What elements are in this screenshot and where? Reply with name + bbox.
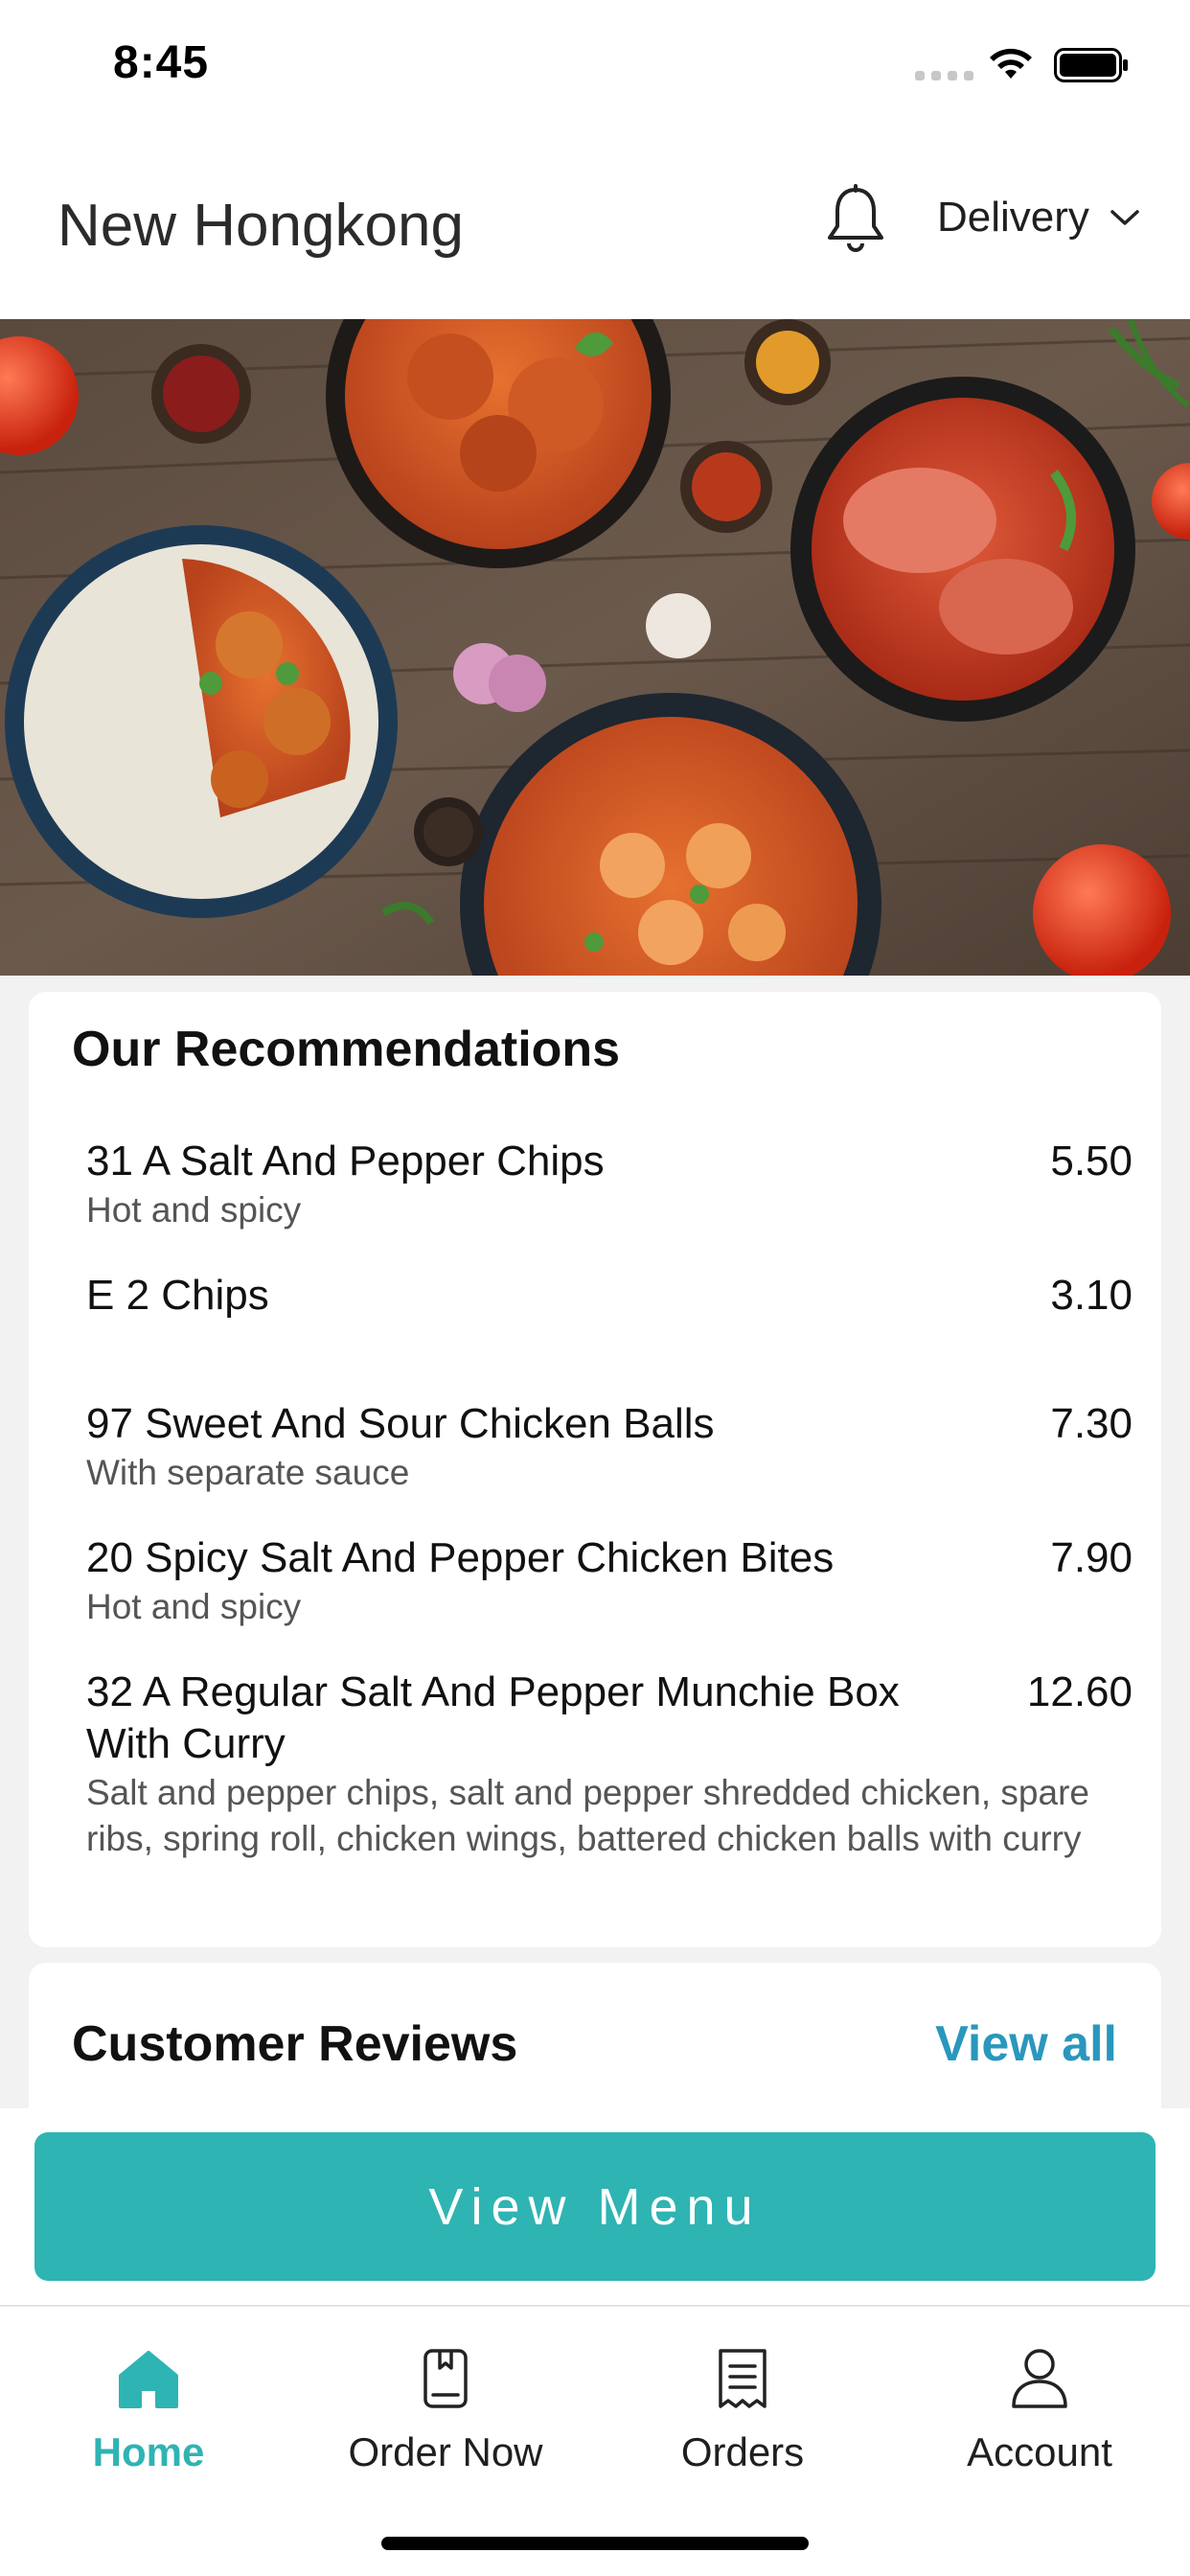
status-time: 8:45 <box>113 37 210 88</box>
recommendations-heading: Our Recommendations <box>72 1022 621 1077</box>
reviews-heading: Customer Reviews <box>72 2016 518 2072</box>
recommendation-item[interactable]: 20 Spicy Salt And Pepper Chicken Bites 7… <box>86 1532 1133 1630</box>
item-name: E 2 Chips <box>86 1272 269 1319</box>
nav-account[interactable]: Account <box>896 2345 1183 2475</box>
item-description: With separate sauce <box>86 1453 410 1492</box>
status-bar: 8:45 <box>0 0 1190 125</box>
item-description: Hot and spicy <box>86 1587 302 1626</box>
item-price: 3.10 <box>1050 1272 1133 1319</box>
menu-book-icon <box>423 2349 468 2408</box>
nav-label: Orders <box>680 2429 805 2474</box>
item-description: Salt and pepper chips, salt and pepper s… <box>86 1773 1089 1858</box>
item-name: 20 Spicy Salt And Pepper Chicken Bites <box>86 1534 835 1581</box>
user-icon <box>1012 2349 1067 2408</box>
item-name: 32 A Regular Salt And Pepper Munchie Box… <box>86 1668 900 1767</box>
order-type-label: Delivery <box>937 194 1089 241</box>
nav-label: Order Now <box>348 2429 543 2474</box>
bell-icon[interactable] <box>824 184 887 257</box>
restaurant-name: New Hongkong <box>57 193 464 259</box>
recommendation-item[interactable]: 97 Sweet And Sour Chicken Balls 7.30 Wit… <box>86 1398 1133 1496</box>
nav-home[interactable]: Home <box>5 2345 292 2475</box>
nav-order-now[interactable]: Order Now <box>302 2345 589 2475</box>
item-price: 7.30 <box>1050 1400 1133 1447</box>
nav-label: Home <box>92 2429 205 2474</box>
chevron-down-icon <box>1110 210 1139 225</box>
recommendation-item[interactable]: E 2 Chips 3.10 <box>86 1270 1133 1322</box>
bottom-nav: Home Order Now Orders Account <box>0 2305 1190 2576</box>
home-icon <box>119 2351 178 2408</box>
view-menu-button[interactable]: View Menu <box>34 2132 1156 2281</box>
item-price: 12.60 <box>1026 1668 1133 1715</box>
receipt-icon <box>719 2349 767 2408</box>
wifi-icon <box>990 48 1032 79</box>
nav-label: Account <box>967 2429 1112 2474</box>
recommendation-item[interactable]: 32 A Regular Salt And Pepper Munchie Box… <box>86 1667 1133 1862</box>
order-type-dropdown[interactable]: Delivery <box>937 194 1141 242</box>
hero-food-image <box>0 319 1190 976</box>
recommendation-item[interactable]: 31 A Salt And Pepper Chips 5.50 Hot and … <box>86 1136 1133 1233</box>
battery-icon <box>1054 48 1128 82</box>
app-header: New Hongkong Delivery <box>0 125 1190 319</box>
nav-orders[interactable]: Orders <box>599 2345 886 2475</box>
view-all-reviews-link[interactable]: View all <box>935 2015 1117 2073</box>
item-name: 97 Sweet And Sour Chicken Balls <box>86 1400 715 1447</box>
item-price: 7.90 <box>1050 1534 1133 1581</box>
recommendations-card: Our Recommendations 31 A Salt And Pepper… <box>29 992 1161 1947</box>
item-name: 31 A Salt And Pepper Chips <box>86 1138 605 1184</box>
view-menu-bar: View Menu <box>0 2108 1190 2305</box>
home-indicator[interactable] <box>381 2537 809 2550</box>
item-description: Hot and spicy <box>86 1190 302 1230</box>
cellular-signal-icon <box>915 71 973 80</box>
item-price: 5.50 <box>1050 1138 1133 1184</box>
